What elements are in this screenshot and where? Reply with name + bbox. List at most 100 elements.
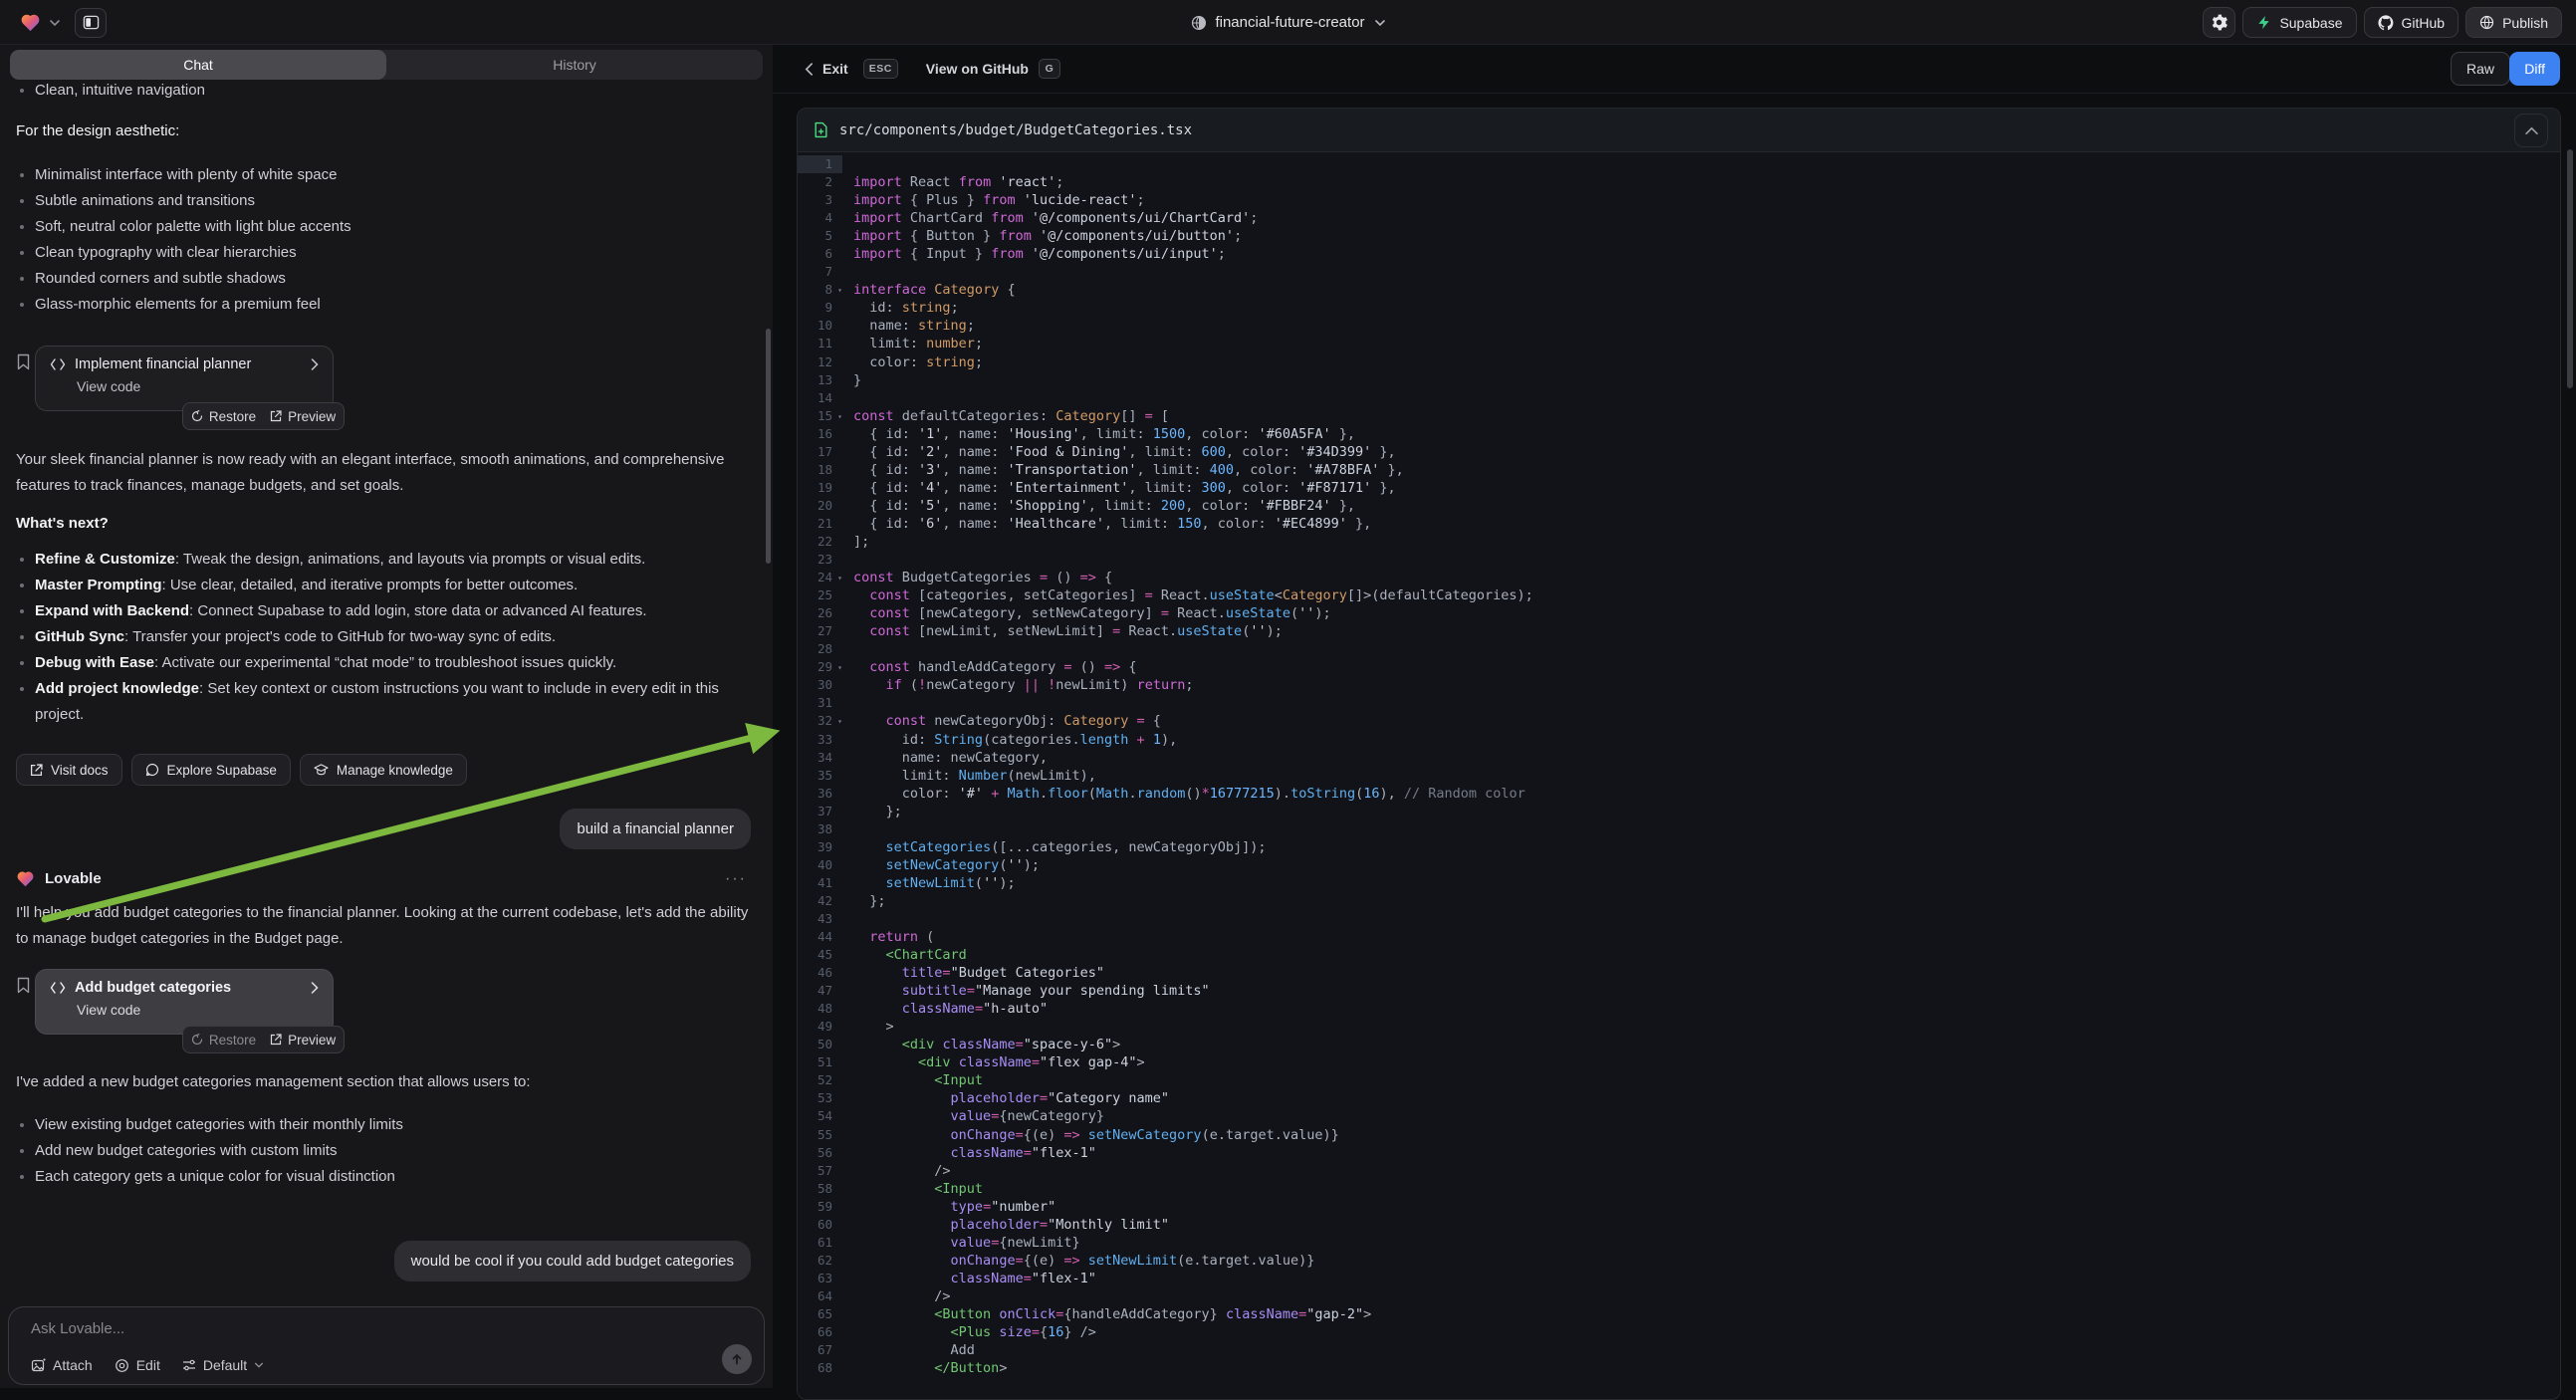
line-number[interactable]: 36 xyxy=(798,785,842,803)
send-button[interactable] xyxy=(722,1344,752,1374)
line-number[interactable]: 18 xyxy=(798,461,842,479)
line-number[interactable]: 4 xyxy=(798,209,842,227)
project-switcher[interactable]: financial-future-creator xyxy=(1190,0,1385,45)
line-number[interactable]: 44 xyxy=(798,928,842,946)
line-number[interactable]: 10 xyxy=(798,317,842,335)
line-number[interactable]: 11 xyxy=(798,335,842,352)
line-number[interactable]: 2 xyxy=(798,173,842,191)
line-number[interactable]: 29▾ xyxy=(798,658,842,676)
line-number[interactable]: 46 xyxy=(798,964,842,982)
line-number[interactable]: 65 xyxy=(798,1305,842,1323)
preview-button[interactable]: Preview xyxy=(270,1033,336,1048)
line-number[interactable]: 14 xyxy=(798,389,842,407)
line-number[interactable]: 58 xyxy=(798,1180,842,1198)
line-number[interactable]: 13 xyxy=(798,371,842,389)
diff-toggle-button[interactable]: Diff xyxy=(2509,52,2560,86)
line-number[interactable]: 16 xyxy=(798,425,842,443)
line-number[interactable]: 43 xyxy=(798,910,842,928)
file-header-bar[interactable]: src/components/budget/BudgetCategories.t… xyxy=(798,109,2560,152)
preview-button[interactable]: Preview xyxy=(270,409,336,424)
bookmark-icon[interactable] xyxy=(16,353,31,370)
line-number[interactable]: 32▾ xyxy=(798,712,842,730)
line-number[interactable]: 53 xyxy=(798,1089,842,1107)
line-number[interactable]: 41 xyxy=(798,874,842,892)
line-number[interactable]: 63 xyxy=(798,1270,842,1287)
tab-history[interactable]: History xyxy=(386,50,763,80)
line-number[interactable]: 5 xyxy=(798,227,842,245)
line-number[interactable]: 21 xyxy=(798,515,842,533)
line-number[interactable]: 68 xyxy=(798,1359,842,1377)
view-code-link[interactable]: View code xyxy=(77,378,319,394)
line-number[interactable]: 40 xyxy=(798,856,842,874)
attach-button[interactable]: Attach xyxy=(31,1357,93,1373)
composer-input[interactable]: Ask Lovable... xyxy=(31,1320,124,1337)
line-number[interactable]: 56 xyxy=(798,1144,842,1162)
supabase-button[interactable]: Supabase xyxy=(2242,7,2356,38)
line-number[interactable]: 31 xyxy=(798,694,842,712)
line-number[interactable]: 1 xyxy=(798,155,842,173)
line-number[interactable]: 22 xyxy=(798,533,842,551)
line-number[interactable]: 19 xyxy=(798,479,842,497)
line-number[interactable]: 66 xyxy=(798,1323,842,1341)
message-more-icon[interactable]: ··· xyxy=(725,870,747,888)
view-code-link[interactable]: View code xyxy=(77,1002,319,1018)
restore-button[interactable]: Restore xyxy=(191,409,256,424)
settings-button[interactable] xyxy=(2203,7,2235,38)
line-number[interactable]: 47 xyxy=(798,982,842,1000)
line-number[interactable]: 30 xyxy=(798,676,842,694)
restore-button[interactable]: Restore xyxy=(191,1033,256,1048)
line-number[interactable]: 12 xyxy=(798,353,842,371)
line-number[interactable]: 51 xyxy=(798,1053,842,1071)
line-number[interactable]: 3 xyxy=(798,191,842,209)
fold-chevron-icon[interactable]: ▾ xyxy=(837,282,842,300)
edit-button[interactable]: Edit xyxy=(115,1357,160,1373)
visit-docs-button[interactable]: Visit docs xyxy=(16,754,122,786)
logo-chevron-down-icon[interactable] xyxy=(49,17,61,29)
line-number[interactable]: 64 xyxy=(798,1287,842,1305)
fold-chevron-icon[interactable]: ▾ xyxy=(837,570,842,587)
line-number[interactable]: 48 xyxy=(798,1000,842,1018)
line-number[interactable]: 38 xyxy=(798,820,842,838)
line-number[interactable]: 50 xyxy=(798,1036,842,1053)
collapse-file-button[interactable] xyxy=(2514,114,2548,147)
line-number[interactable]: 28 xyxy=(798,640,842,658)
line-number[interactable]: 55 xyxy=(798,1126,842,1144)
manage-knowledge-button[interactable]: Manage knowledge xyxy=(300,754,467,786)
line-number[interactable]: 39 xyxy=(798,838,842,856)
code-scrollbar[interactable] xyxy=(2567,149,2573,388)
sidebar-toggle-button[interactable] xyxy=(75,8,107,38)
line-number[interactable]: 52 xyxy=(798,1071,842,1089)
line-number[interactable]: 20 xyxy=(798,497,842,515)
line-number[interactable]: 23 xyxy=(798,551,842,569)
mode-select[interactable]: Default xyxy=(182,1357,264,1373)
chat-composer[interactable]: Ask Lovable... Attach Edit Default xyxy=(8,1306,765,1385)
line-number[interactable]: 49 xyxy=(798,1018,842,1036)
explore-supabase-button[interactable]: Explore Supabase xyxy=(131,754,291,786)
view-on-github-link[interactable]: View on GitHub xyxy=(926,61,1029,77)
fold-chevron-icon[interactable]: ▾ xyxy=(837,713,842,731)
line-number[interactable]: 42 xyxy=(798,892,842,910)
line-number[interactable]: 24▾ xyxy=(798,569,842,586)
raw-toggle-button[interactable]: Raw xyxy=(2451,52,2510,86)
publish-button[interactable]: Publish xyxy=(2465,7,2562,38)
line-number[interactable]: 25 xyxy=(798,586,842,604)
line-number[interactable]: 57 xyxy=(798,1162,842,1180)
line-number[interactable]: 61 xyxy=(798,1234,842,1252)
line-number[interactable]: 35 xyxy=(798,767,842,785)
line-number[interactable]: 59 xyxy=(798,1198,842,1216)
bookmark-icon[interactable] xyxy=(16,977,31,994)
line-number[interactable]: 33 xyxy=(798,731,842,749)
line-number[interactable]: 6 xyxy=(798,245,842,263)
line-number[interactable]: 27 xyxy=(798,622,842,640)
line-number[interactable]: 60 xyxy=(798,1216,842,1234)
tab-chat[interactable]: Chat xyxy=(10,50,386,80)
line-number[interactable]: 7 xyxy=(798,263,842,281)
exit-button[interactable]: Exit xyxy=(822,61,848,77)
line-number[interactable]: 34 xyxy=(798,749,842,767)
line-number[interactable]: 54 xyxy=(798,1107,842,1125)
lovable-logo-heart-icon[interactable] xyxy=(20,13,41,32)
line-number[interactable]: 45 xyxy=(798,946,842,964)
line-number[interactable]: 67 xyxy=(798,1341,842,1359)
line-number[interactable]: 15▾ xyxy=(798,407,842,425)
line-number[interactable]: 62 xyxy=(798,1252,842,1270)
